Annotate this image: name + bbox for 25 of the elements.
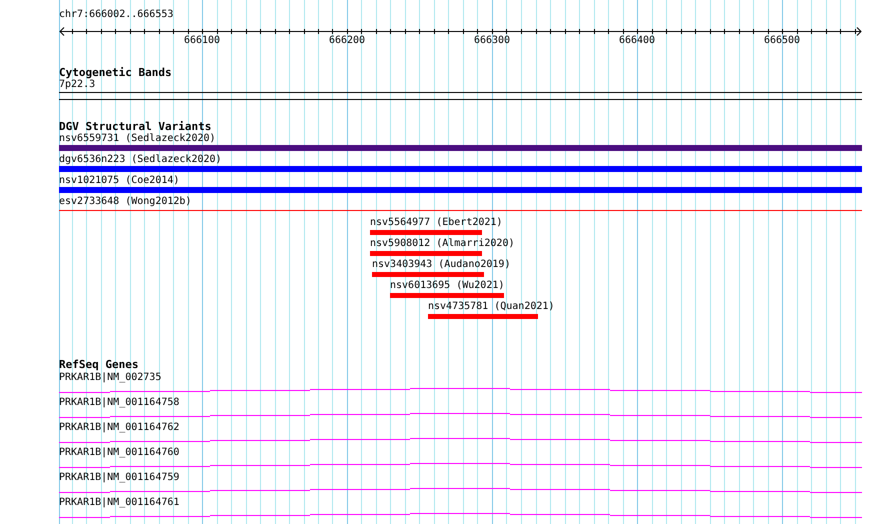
variant-label: nsv1021075 (Coe2014) <box>59 175 180 186</box>
variant-label: nsv6559731 (Sedlazeck2020) <box>59 133 216 144</box>
variant-label: nsv6013695 (Wu2021) <box>390 280 504 291</box>
band-label: 7p22.3 <box>59 79 96 91</box>
gene-label: PRKAR1B|NM_001164759 <box>59 472 180 483</box>
variant-label: nsv4735781 (Quan2021) <box>428 301 554 312</box>
variant-label: esv2733648 (Wong2012b) <box>59 196 192 207</box>
ruler-label: 666200 <box>328 35 366 46</box>
ruler-label: 666100 <box>182 35 222 46</box>
ruler-label: 666300 <box>472 35 512 46</box>
variant-label: nsv3403943 (Audano2019) <box>372 259 510 270</box>
ruler-label: 666500 <box>762 35 802 46</box>
variant-label: nsv5908012 (Almarri2020) <box>370 238 514 249</box>
variant-label: nsv5564977 (Ebert2021) <box>370 217 502 228</box>
track-title: Cytogenetic Bands <box>59 67 172 79</box>
ruler-label: 666400 <box>618 35 656 46</box>
track-title: DGV Structural Variants <box>59 121 212 133</box>
gene-label: PRKAR1B|NM_001164758 <box>59 397 180 408</box>
location-label: chr7:666002..666553 <box>59 8 174 20</box>
gene-label: PRKAR1B|NM_001164762 <box>59 422 180 433</box>
gene-label: PRKAR1B|NM_001164761 <box>59 497 180 508</box>
track-title: RefSeq Genes <box>59 359 138 371</box>
gene-label: PRKAR1B|NM_002735 <box>59 372 162 383</box>
gene-label: PRKAR1B|NM_001164760 <box>59 447 180 458</box>
variant-label: dgv6536n223 (Sedlazeck2020) <box>59 154 222 165</box>
